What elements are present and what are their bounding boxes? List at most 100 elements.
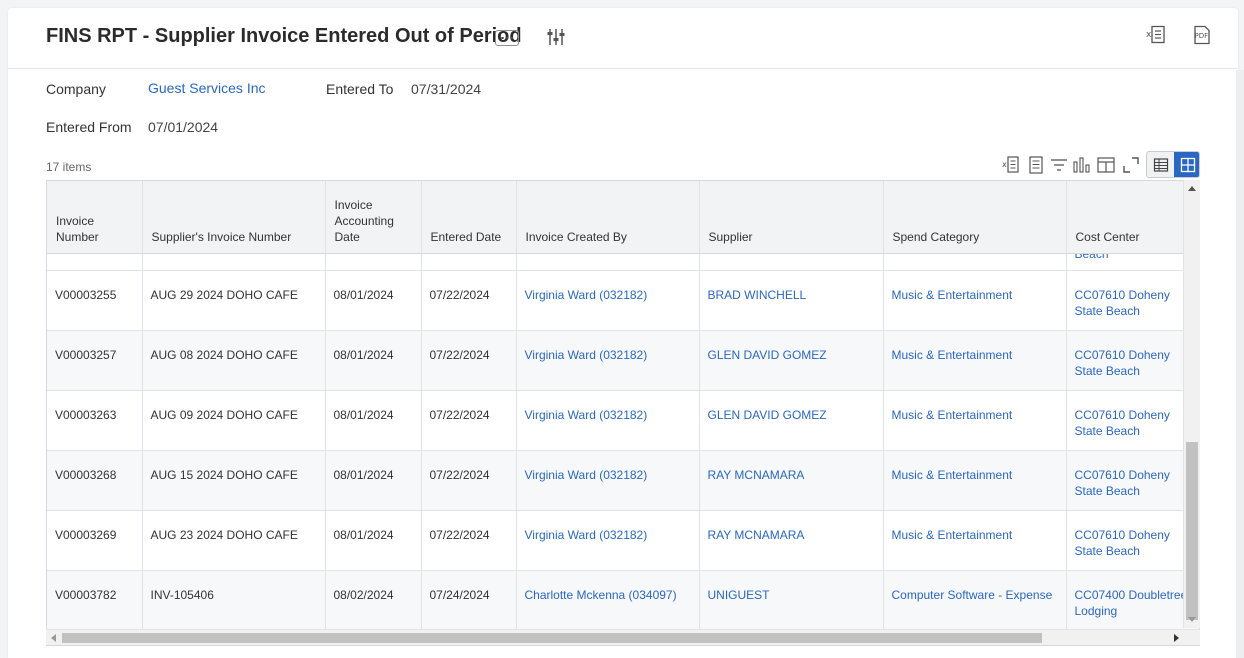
entered-from-value: 07/01/2024 [148, 119, 219, 135]
page-scrollbar[interactable] [1236, 70, 1244, 658]
accounting-date-cell: 08/01/2024 [325, 450, 422, 511]
supplier-link[interactable]: RAY MCNAMARA [699, 450, 884, 511]
supplier-link[interactable]: UNIGUEST [699, 570, 884, 631]
supplier-invoice-cell: AUG 29 2024 DOHO CAFE [142, 270, 326, 331]
spend-category-link[interactable]: Music & Entertainment [883, 450, 1067, 511]
created-by-link[interactable]: Charlotte Mckenna (034097) [516, 570, 700, 631]
report-panel: FINS RPT - Supplier Invoice Entered Out … [8, 8, 1238, 658]
created-by-link[interactable]: Virginia Ward (032182) [516, 390, 700, 451]
supplier-invoice-cell: INV-105406 [142, 570, 326, 631]
entered-to-label: Entered To [326, 81, 394, 97]
invoice-number-cell: V00003257 [47, 330, 143, 391]
accounting-date-cell: 08/01/2024 [325, 330, 422, 391]
supplier-invoice-cell: AUG 08 2024 DOHO CAFE [142, 330, 326, 391]
spend-category-link[interactable]: Computer Software - Expense [883, 570, 1067, 631]
supplier-link[interactable]: BRAD WINCHELL [699, 270, 884, 331]
table-row: V00003257 AUG 08 2024 DOHO CAFE 08/01/20… [47, 330, 1199, 391]
created-by-link[interactable]: Virginia Ward (032182) [516, 450, 700, 511]
column-header-spend-category[interactable]: Spend Category [883, 181, 1067, 254]
pdf-label: PDF [1195, 32, 1209, 40]
worksheet-icon[interactable] [1025, 153, 1047, 177]
cost-center-link[interactable]: CC07610 Doheny State Beach [1066, 330, 1199, 391]
spend-category-link[interactable]: Music & Entertainment [883, 330, 1067, 391]
supplier-invoice-cell: AUG 23 2024 DOHO CAFE [142, 510, 326, 571]
column-header-accounting-date[interactable]: Invoice Accounting Date [325, 181, 422, 254]
grid-view-icon[interactable] [1174, 152, 1199, 177]
table-cell [47, 253, 143, 271]
created-by-link[interactable]: Virginia Ward (032182) [516, 510, 700, 571]
entered-date-cell: 07/22/2024 [421, 270, 517, 331]
chart-icon[interactable] [1071, 153, 1093, 177]
column-layout-icon[interactable] [1095, 153, 1117, 177]
column-header-invoice-number[interactable]: Invoice Number [47, 181, 143, 254]
spend-category-link[interactable]: Music & Entertainment [883, 390, 1067, 451]
supplier-link[interactable]: RAY MCNAMARA [699, 510, 884, 571]
cost-center-link[interactable]: CC07610 Doheny State Beach [1066, 450, 1199, 511]
fullscreen-icon[interactable] [1120, 153, 1142, 177]
more-icon[interactable] [495, 30, 519, 46]
export-pdf-icon[interactable]: PDF [1191, 24, 1213, 51]
page-title: FINS RPT - Supplier Invoice Entered Out … [46, 25, 522, 47]
header-row: Invoice Number Supplier's Invoice Number… [47, 181, 1199, 254]
data-grid: Invoice Number Supplier's Invoice Number… [46, 180, 1200, 646]
column-header-supplier-invoice-number[interactable]: Supplier's Invoice Number [142, 181, 326, 254]
supplier-link[interactable]: GLEN DAVID GOMEZ [699, 390, 884, 451]
cost-center-link[interactable]: CC07400 Doubletree Lodging [1066, 570, 1199, 631]
table-cell [421, 253, 517, 271]
svg-text:x: x [1146, 30, 1152, 40]
entered-date-cell: 07/22/2024 [421, 450, 517, 511]
company-link[interactable]: Guest Services Inc [148, 80, 266, 96]
accounting-date-cell: 08/01/2024 [325, 390, 422, 451]
vertical-scrollbar[interactable] [1183, 180, 1200, 628]
table-cell [883, 253, 1067, 271]
column-header-entered-date[interactable]: Entered Date [421, 181, 517, 254]
table-cell [516, 253, 700, 271]
view-toggle [1146, 151, 1200, 178]
scroll-left-icon[interactable] [51, 634, 56, 642]
filter-icon[interactable] [1048, 153, 1070, 177]
cost-center-link[interactable]: CC07610 Doheny State Beach [1066, 510, 1199, 571]
table-cell [142, 253, 326, 271]
entered-from-label: Entered From [46, 119, 132, 135]
horizontal-scroll-thumb[interactable] [62, 633, 1042, 643]
spend-category-link[interactable]: Music & Entertainment [883, 270, 1067, 331]
created-by-link[interactable]: Virginia Ward (032182) [516, 270, 700, 331]
supplier-invoice-cell: AUG 09 2024 DOHO CAFE [142, 390, 326, 451]
table-row: V00003263 AUG 09 2024 DOHO CAFE 08/01/20… [47, 390, 1199, 451]
accounting-date-cell: 08/02/2024 [325, 570, 422, 631]
table-row-partial: Beach [47, 253, 1199, 271]
supplier-link[interactable]: GLEN DAVID GOMEZ [699, 330, 884, 391]
invoice-number-cell: V00003268 [47, 450, 143, 511]
column-header-supplier[interactable]: Supplier [699, 181, 884, 254]
table-view-icon[interactable] [1147, 152, 1174, 177]
table-row: V00003255 AUG 29 2024 DOHO CAFE 08/01/20… [47, 270, 1199, 331]
spend-category-link[interactable]: Music & Entertainment [883, 510, 1067, 571]
entered-date-cell: 07/22/2024 [421, 330, 517, 391]
company-label: Company [46, 81, 106, 97]
cost-center-link[interactable]: CC07610 Doheny State Beach [1066, 270, 1199, 331]
horizontal-scrollbar[interactable] [46, 629, 1200, 645]
scroll-down-icon[interactable] [1188, 617, 1196, 622]
related-actions-icon[interactable] [545, 26, 567, 53]
accounting-date-cell: 08/01/2024 [325, 510, 422, 571]
cost-center-link[interactable]: Beach [1066, 253, 1199, 271]
invoice-number-cell: V00003782 [47, 570, 143, 631]
svg-text:x: x [1002, 160, 1007, 169]
vertical-scroll-thumb[interactable] [1186, 442, 1198, 620]
column-header-created-by[interactable]: Invoice Created By [516, 181, 700, 254]
entered-date-cell: 07/22/2024 [421, 390, 517, 451]
invoice-number-cell: V00003269 [47, 510, 143, 571]
created-by-link[interactable]: Virginia Ward (032182) [516, 330, 700, 391]
table-cell [699, 253, 884, 271]
scroll-right-icon[interactable] [1174, 634, 1179, 642]
export-excel-icon[interactable]: x [1000, 153, 1022, 177]
table-row: V00003269 AUG 23 2024 DOHO CAFE 08/01/20… [47, 510, 1199, 571]
table-row: V00003268 AUG 15 2024 DOHO CAFE 08/01/20… [47, 450, 1199, 511]
scroll-up-icon[interactable] [1188, 186, 1196, 191]
export-excel-icon[interactable]: x [1145, 24, 1167, 51]
cost-center-partial-text[interactable]: Beach [1075, 253, 1193, 262]
column-header-cost-center[interactable]: Cost Center [1066, 181, 1199, 254]
table-cell [325, 253, 422, 271]
table-row: V00003782 INV-105406 08/02/2024 07/24/20… [47, 570, 1199, 631]
cost-center-link[interactable]: CC07610 Doheny State Beach [1066, 390, 1199, 451]
